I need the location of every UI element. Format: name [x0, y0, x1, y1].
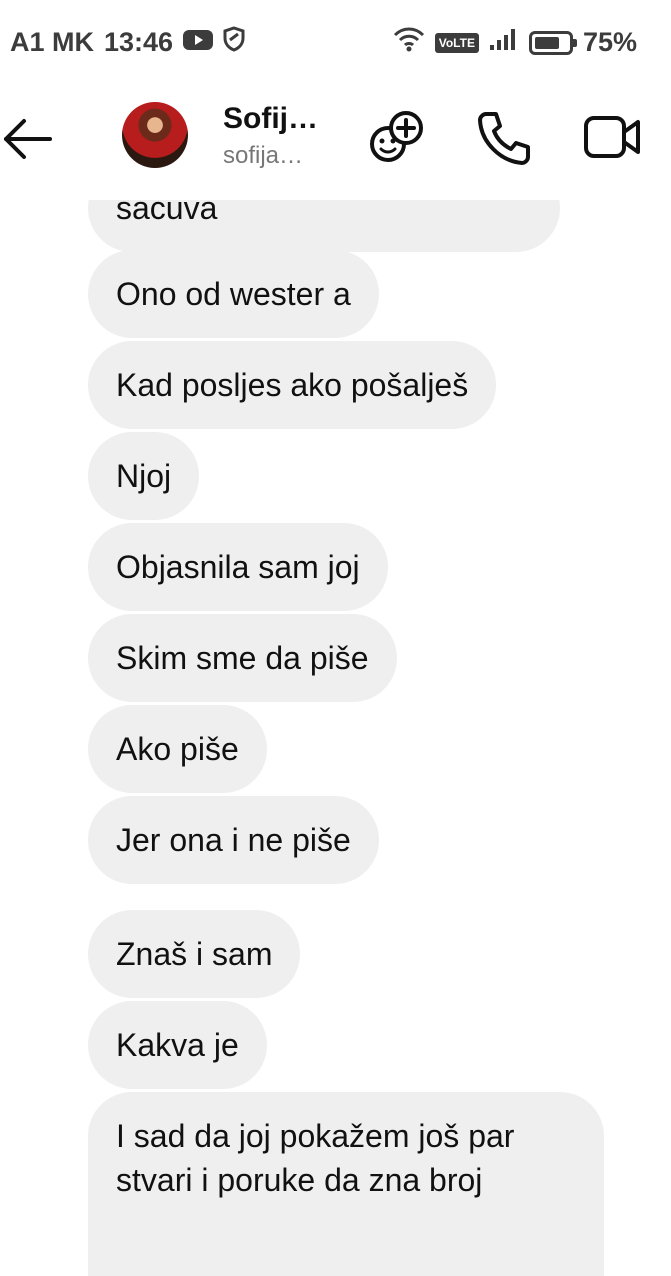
contact-handle[interactable]: sofija… — [223, 142, 303, 170]
network-badge: VoLTE — [434, 32, 479, 53]
message-bubble[interactable]: I sad da joj pokažem još par stvari i po… — [88, 1092, 604, 1276]
youtube-icon — [183, 27, 214, 58]
message-bubble[interactable]: Znaš i sam — [88, 910, 301, 998]
message-bubble[interactable]: Objasnila sam joj — [88, 523, 388, 611]
chat-header: Sofij… sofija… — [0, 84, 671, 200]
contact-name[interactable]: Sofij… — [223, 102, 318, 136]
back-arrow-icon[interactable] — [0, 114, 56, 164]
battery-fill — [534, 36, 559, 49]
carrier-label: A1 MK — [10, 27, 95, 57]
status-left: A1 MK 13:46 — [10, 26, 245, 59]
message-bubble[interactable]: Jer ona i ne piše — [88, 796, 379, 884]
clock: 13:46 — [104, 27, 174, 57]
battery-percent: 75% — [582, 27, 637, 57]
message-bubble[interactable]: Skim sme da piše — [88, 614, 397, 702]
signal-icon — [489, 27, 519, 58]
message-bubble[interactable]: Ako piše — [88, 705, 267, 793]
status-right: VoLTE 75% — [393, 26, 637, 59]
video-icon[interactable] — [582, 112, 644, 167]
message-bubble[interactable]: Kakva je — [88, 1001, 267, 1089]
add-person-icon[interactable] — [366, 108, 426, 173]
status-bar: A1 MK 13:46 VoLTE 75% — [0, 0, 671, 84]
message-bubble[interactable]: Njoj — [88, 432, 200, 520]
message-bubble[interactable]: Ono od wester a — [88, 250, 379, 338]
phone-icon[interactable] — [476, 108, 532, 173]
wifi-icon — [393, 26, 425, 59]
message-bubble[interactable]: Kad posljes ako pošalješ — [88, 341, 497, 429]
avatar[interactable] — [122, 102, 188, 168]
battery-icon — [528, 30, 577, 55]
shield-icon — [223, 26, 245, 59]
